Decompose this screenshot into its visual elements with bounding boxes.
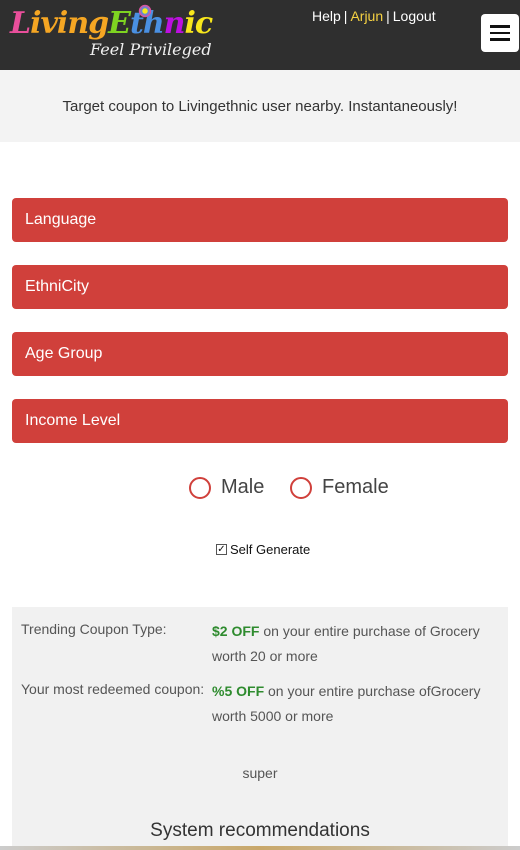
filter-label: EthniCity (25, 278, 90, 295)
app-header: LivingEthnic Feel Privileged Help | Arjun |… (0, 0, 520, 70)
self-generate-option[interactable]: ✓ Self Generate (216, 542, 310, 557)
redeemed-coupon-label: Your most redeemed coupon: (21, 681, 205, 697)
system-recommendations-heading: System recommendations (150, 820, 370, 841)
top-links: Help | Arjun | Logout (312, 8, 436, 24)
filter-label: Income Level (25, 412, 121, 429)
trending-offer: $2 OFF (212, 623, 260, 639)
note-text: super (242, 765, 278, 781)
hamburger-menu-button[interactable] (481, 14, 519, 52)
self-generate-checkbox[interactable]: ✓ (216, 544, 227, 555)
ethnicity-filter-button[interactable]: EthniCity (12, 265, 508, 309)
male-radio-option[interactable]: Male (189, 476, 264, 499)
age-group-filter-button[interactable]: Age Group (12, 332, 508, 376)
logo-tagline: Feel Privileged (90, 40, 212, 59)
flower-icon (138, 4, 152, 18)
filter-label: Age Group (25, 345, 103, 362)
income-level-filter-button[interactable]: Income Level (12, 399, 508, 443)
female-radio[interactable] (290, 476, 312, 499)
footer-divider (0, 846, 520, 850)
self-generate-label: Self Generate (230, 542, 311, 557)
redeemed-coupon-value: %5 OFF on your entire purchase ofGrocery… (212, 679, 502, 729)
coupon-info-panel: Trending Coupon Type: $2 OFF on your ent… (12, 607, 508, 850)
male-label: Male (221, 476, 265, 498)
language-filter-button[interactable]: Language (12, 198, 508, 242)
gender-radio-group: Male Female (0, 476, 520, 506)
filter-label: Language (25, 211, 97, 228)
logout-link[interactable]: Logout (393, 8, 436, 24)
logo-wordmark: LivingEthnic (10, 6, 213, 41)
trending-coupon-label: Trending Coupon Type: (21, 621, 167, 637)
redeemed-offer: %5 OFF (212, 683, 265, 699)
promo-banner: Target coupon to Livingethnic user nearb… (0, 70, 520, 142)
livingethnic-logo[interactable]: LivingEthnic Feel Privileged (10, 2, 213, 68)
male-radio[interactable] (189, 476, 211, 499)
user-link[interactable]: Arjun (350, 8, 383, 24)
trending-coupon-value: $2 OFF on your entire purchase of Grocer… (212, 619, 502, 669)
link-separator: | (343, 8, 348, 24)
female-label: Female (322, 476, 389, 498)
help-link[interactable]: Help (312, 8, 341, 24)
banner-text: Target coupon to Livingethnic user nearb… (62, 97, 458, 115)
link-separator: | (386, 8, 390, 24)
hamburger-icon (490, 25, 510, 41)
female-radio-option[interactable]: Female (290, 476, 389, 499)
